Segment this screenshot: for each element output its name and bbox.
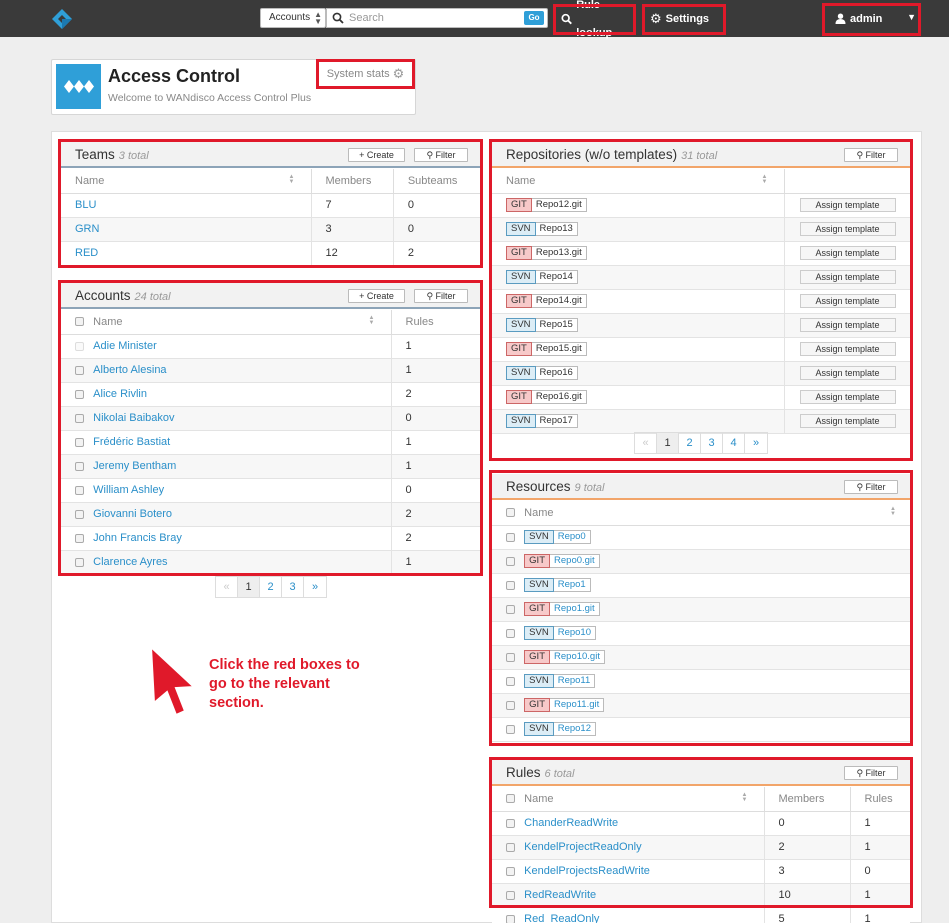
prev-page-link[interactable]: « <box>216 577 238 597</box>
next-page-link[interactable]: » <box>304 577 326 597</box>
page-link[interactable]: 1 <box>238 577 260 597</box>
page-link[interactable]: 2 <box>260 577 282 597</box>
access-control-logo-icon <box>56 64 101 109</box>
search-scope-select[interactable]: Accounts ▲ ▼ <box>260 8 326 28</box>
search-icon <box>332 12 344 24</box>
page-title: Access Control <box>108 66 241 86</box>
search-scope-value: Accounts <box>269 12 311 23</box>
rule-link[interactable]: Red_ReadOnly <box>524 913 599 923</box>
highlight-settings <box>642 4 726 35</box>
highlight-rule-lookup <box>553 4 636 35</box>
search-input[interactable] <box>349 11 519 25</box>
accounts-pagination: « 1 2 3 » <box>215 576 327 598</box>
highlight-repositories <box>489 139 913 461</box>
arrow-cursor-icon <box>149 645 197 717</box>
table-row: Red_ReadOnly 5 1 <box>492 907 910 923</box>
highlight-user-menu <box>822 3 921 36</box>
highlight-accounts <box>58 280 483 576</box>
search-box: Go <box>326 8 548 28</box>
highlight-teams <box>58 139 483 268</box>
page-subtitle: Welcome to WANdisco Access Control Plus <box>108 92 312 104</box>
page-link[interactable]: 3 <box>282 577 304 597</box>
select-arrows-icon: ▲ ▼ <box>314 10 322 26</box>
highlight-system-stats <box>316 59 415 89</box>
wandisco-logo-icon[interactable] <box>51 8 73 30</box>
rules-cell: 1 <box>850 907 910 923</box>
highlight-rules <box>489 757 913 908</box>
members-cell: 5 <box>764 907 851 923</box>
tutorial-annotation: Click the red boxes to go to the relevan… <box>209 657 360 711</box>
highlight-resources <box>489 470 913 746</box>
row-checkbox[interactable] <box>506 914 515 923</box>
search-go-button[interactable]: Go <box>524 11 544 25</box>
